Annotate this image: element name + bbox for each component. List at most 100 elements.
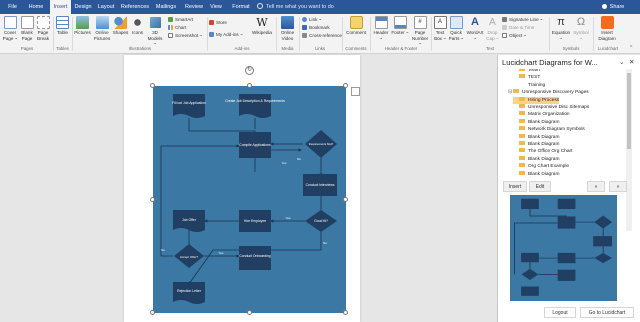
- group-label-pages: Pages: [20, 46, 34, 51]
- share-button[interactable]: Share: [590, 1, 636, 13]
- label-no-2: No: [323, 241, 327, 245]
- symbol-button[interactable]: Ω Symbol ~: [572, 16, 590, 41]
- resize-handle[interactable]: [150, 83, 155, 88]
- tab-home[interactable]: Home: [25, 0, 47, 14]
- insert-button[interactable]: Insert: [503, 181, 527, 192]
- layout-options-icon[interactable]: [351, 87, 360, 96]
- page-break-button[interactable]: Page Break: [36, 16, 50, 41]
- tab-references[interactable]: References: [120, 0, 150, 14]
- wordart-button[interactable]: A WordArt ~: [465, 16, 485, 41]
- online-pictures-button[interactable]: Online Pictures: [93, 16, 111, 41]
- object-button[interactable]: Object ~: [502, 33, 526, 39]
- tab-view[interactable]: View: [208, 0, 224, 14]
- close-icon[interactable]: ✕: [629, 58, 634, 66]
- group-label-comments: Comments: [345, 46, 367, 51]
- date-time-button[interactable]: Date & Time: [502, 25, 534, 31]
- tell-me-box[interactable]: Tell me what you want to do: [257, 0, 334, 14]
- comment-button[interactable]: Comment: [344, 16, 368, 36]
- wikipedia-button[interactable]: W Wikipedia: [250, 16, 274, 36]
- tree-item-label: Network Diagram Symbols: [528, 127, 585, 133]
- pictures-button[interactable]: Pictures: [74, 16, 91, 36]
- tab-design[interactable]: Design: [73, 0, 93, 14]
- bookmark-button[interactable]: Bookmark: [302, 25, 330, 31]
- tree-item[interactable]: Blank Diagram: [513, 141, 559, 148]
- tree-item[interactable]: Hiring Process: [513, 96, 560, 104]
- next-page-button[interactable]: »: [609, 181, 627, 192]
- link-button[interactable]: Link ~: [302, 17, 321, 23]
- resize-handle[interactable]: [343, 197, 348, 202]
- tab-insert[interactable]: Insert: [50, 0, 71, 14]
- folder-icon: [519, 104, 525, 108]
- online-video-button[interactable]: Online Video: [278, 16, 297, 41]
- cover-page-button[interactable]: Cover Page ~: [2, 16, 18, 41]
- store-label: Store: [216, 20, 227, 25]
- scrollbar-thumb[interactable]: [627, 73, 631, 149]
- tab-file[interactable]: File: [4, 0, 21, 14]
- group-label-media: Media: [281, 46, 294, 51]
- resize-handle[interactable]: [150, 197, 155, 202]
- quick-parts-button[interactable]: Quick Parts ~: [448, 16, 464, 41]
- tree-item[interactable]: TEST: [513, 74, 540, 81]
- preview-node: [594, 215, 613, 229]
- tab-mailings[interactable]: Mailings: [153, 0, 179, 14]
- edit-button[interactable]: Edit: [529, 181, 551, 192]
- text-box-button[interactable]: A Text Box ~: [433, 16, 447, 41]
- tree-item[interactable]: The Office Org Chart: [513, 148, 572, 155]
- tree-item[interactable]: Blank Diagram: [513, 170, 559, 178]
- pane-options-icon[interactable]: ⌄: [619, 58, 624, 66]
- insert-diagram-button[interactable]: Insert Diagram: [596, 16, 618, 41]
- tree-item[interactable]: Team: [513, 69, 540, 74]
- signature-line-button[interactable]: Signature Line ~: [502, 17, 543, 23]
- lucidchart-icon: [600, 16, 614, 29]
- resize-handle[interactable]: [343, 83, 348, 88]
- footer-icon: [393, 16, 407, 29]
- link-label: Link ~: [309, 17, 322, 22]
- header-button[interactable]: Header ~: [372, 16, 390, 41]
- tree-item[interactable]: Blank Diagram: [513, 155, 559, 163]
- collapse-ribbon-icon[interactable]: ^: [630, 45, 632, 51]
- group-separator: [276, 17, 277, 51]
- icons-button[interactable]: Icons: [130, 16, 145, 36]
- equation-button[interactable]: π Equation ~: [551, 16, 571, 41]
- inserted-diagram-image[interactable]: Fill out Job Application Create Job Desc…: [153, 86, 346, 313]
- tree-scrollbar[interactable]: [626, 69, 632, 231]
- 3d-models-button[interactable]: 3D Models ~: [147, 16, 163, 47]
- screenshot-button[interactable]: Screenshot ~: [168, 33, 202, 39]
- equation-label: Equation ~: [551, 30, 571, 41]
- preview-node: [593, 236, 613, 247]
- tab-layout[interactable]: Layout: [96, 0, 116, 14]
- smartart-button[interactable]: SmartArt: [168, 17, 193, 23]
- table-button[interactable]: Table: [55, 16, 70, 36]
- previous-page-button[interactable]: «: [587, 181, 605, 192]
- rotate-handle[interactable]: ↻: [245, 66, 254, 75]
- go-to-lucidchart-button[interactable]: Go to Lucidchart: [580, 307, 634, 318]
- chart-button[interactable]: Chart: [168, 25, 186, 31]
- drop-cap-button[interactable]: A Drop Cap ~: [486, 16, 499, 41]
- tree-item[interactable]: Blank Diagram: [513, 133, 560, 141]
- resize-handle[interactable]: [150, 310, 155, 315]
- logout-button[interactable]: Logout: [544, 307, 576, 318]
- resize-handle[interactable]: [247, 310, 252, 315]
- tree-item[interactable]: Org Chart Example: [513, 163, 569, 170]
- cross-reference-icon: [302, 33, 307, 38]
- tree-item-label: Blank Diagram: [528, 134, 560, 140]
- node-rejection-letter: [173, 282, 205, 304]
- tab-format[interactable]: Format: [230, 0, 252, 14]
- shapes-button[interactable]: Shapes: [112, 16, 129, 36]
- date-time-label: Date & Time: [509, 25, 535, 30]
- my-addins-button[interactable]: My Add-ins ~: [209, 32, 243, 38]
- tree-item[interactable]: Unresponsive Disc Sitemaps: [513, 104, 589, 111]
- blank-page-button[interactable]: Blank Page: [20, 16, 34, 41]
- footer-button[interactable]: Footer ~: [391, 16, 409, 36]
- resize-handle[interactable]: [247, 83, 252, 88]
- tree-item[interactable]: Matrix Organization: [513, 111, 570, 118]
- cross-reference-button[interactable]: Cross-reference: [302, 33, 342, 39]
- page-number-button[interactable]: # Page Number ~: [410, 16, 430, 47]
- tab-review[interactable]: Review: [183, 0, 205, 14]
- tree-item[interactable]: Training: [513, 82, 545, 89]
- tree-item[interactable]: Blank Diagram: [513, 118, 559, 126]
- store-button[interactable]: Store: [209, 20, 227, 26]
- resize-handle[interactable]: [343, 310, 348, 315]
- tree-item[interactable]: Network Diagram Symbols: [513, 126, 585, 133]
- tree-item[interactable]: ⊟ Unresponsive Discovery Pages: [507, 89, 589, 96]
